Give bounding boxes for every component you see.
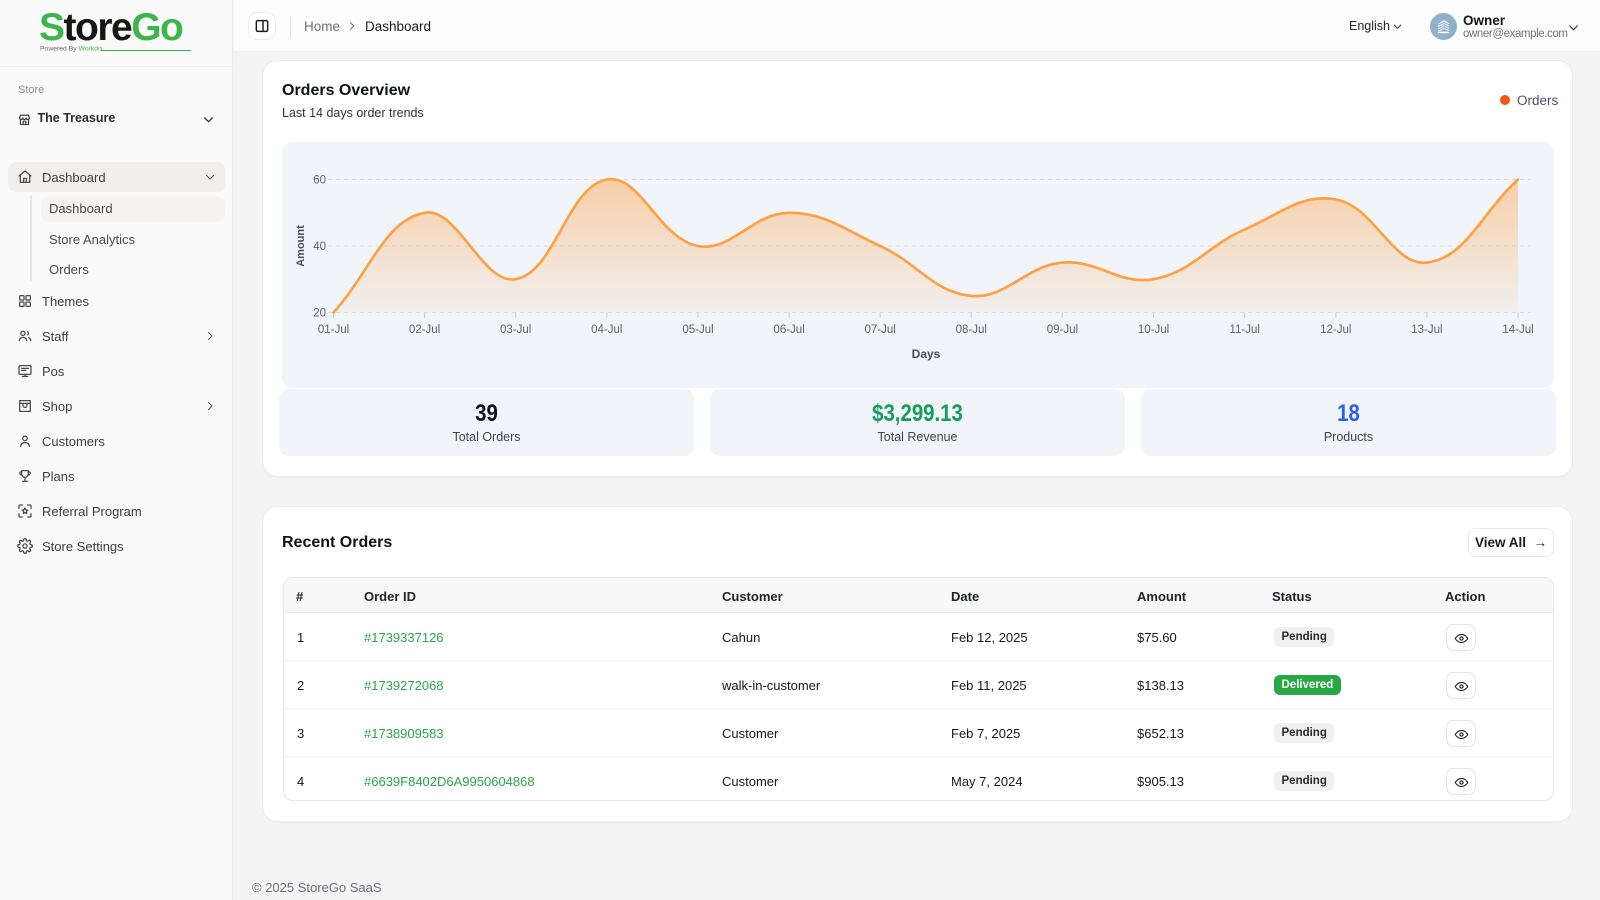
svg-text:07-Jul: 07-Jul xyxy=(865,324,896,336)
svg-text:02-Jul: 02-Jul xyxy=(409,324,440,336)
svg-text:11-Jul: 11-Jul xyxy=(1229,324,1259,336)
svg-text:06-Jul: 06-Jul xyxy=(773,324,804,336)
svg-text:09-Jul: 09-Jul xyxy=(1047,324,1078,336)
svg-text:20: 20 xyxy=(313,308,326,320)
svg-text:08-Jul: 08-Jul xyxy=(956,324,987,336)
svg-text:Days: Days xyxy=(912,347,941,361)
svg-text:60: 60 xyxy=(313,175,326,187)
svg-text:40: 40 xyxy=(313,241,326,253)
svg-text:05-Jul: 05-Jul xyxy=(682,324,713,336)
svg-text:01-Jul: 01-Jul xyxy=(318,324,349,336)
svg-text:04-Jul: 04-Jul xyxy=(591,324,622,336)
svg-text:13-Jul: 13-Jul xyxy=(1411,324,1442,336)
svg-text:14-Jul: 14-Jul xyxy=(1502,324,1533,336)
svg-text:Amount: Amount xyxy=(295,225,307,267)
svg-text:12-Jul: 12-Jul xyxy=(1320,324,1351,336)
svg-text:10-Jul: 10-Jul xyxy=(1138,324,1169,336)
svg-text:03-Jul: 03-Jul xyxy=(500,324,531,336)
